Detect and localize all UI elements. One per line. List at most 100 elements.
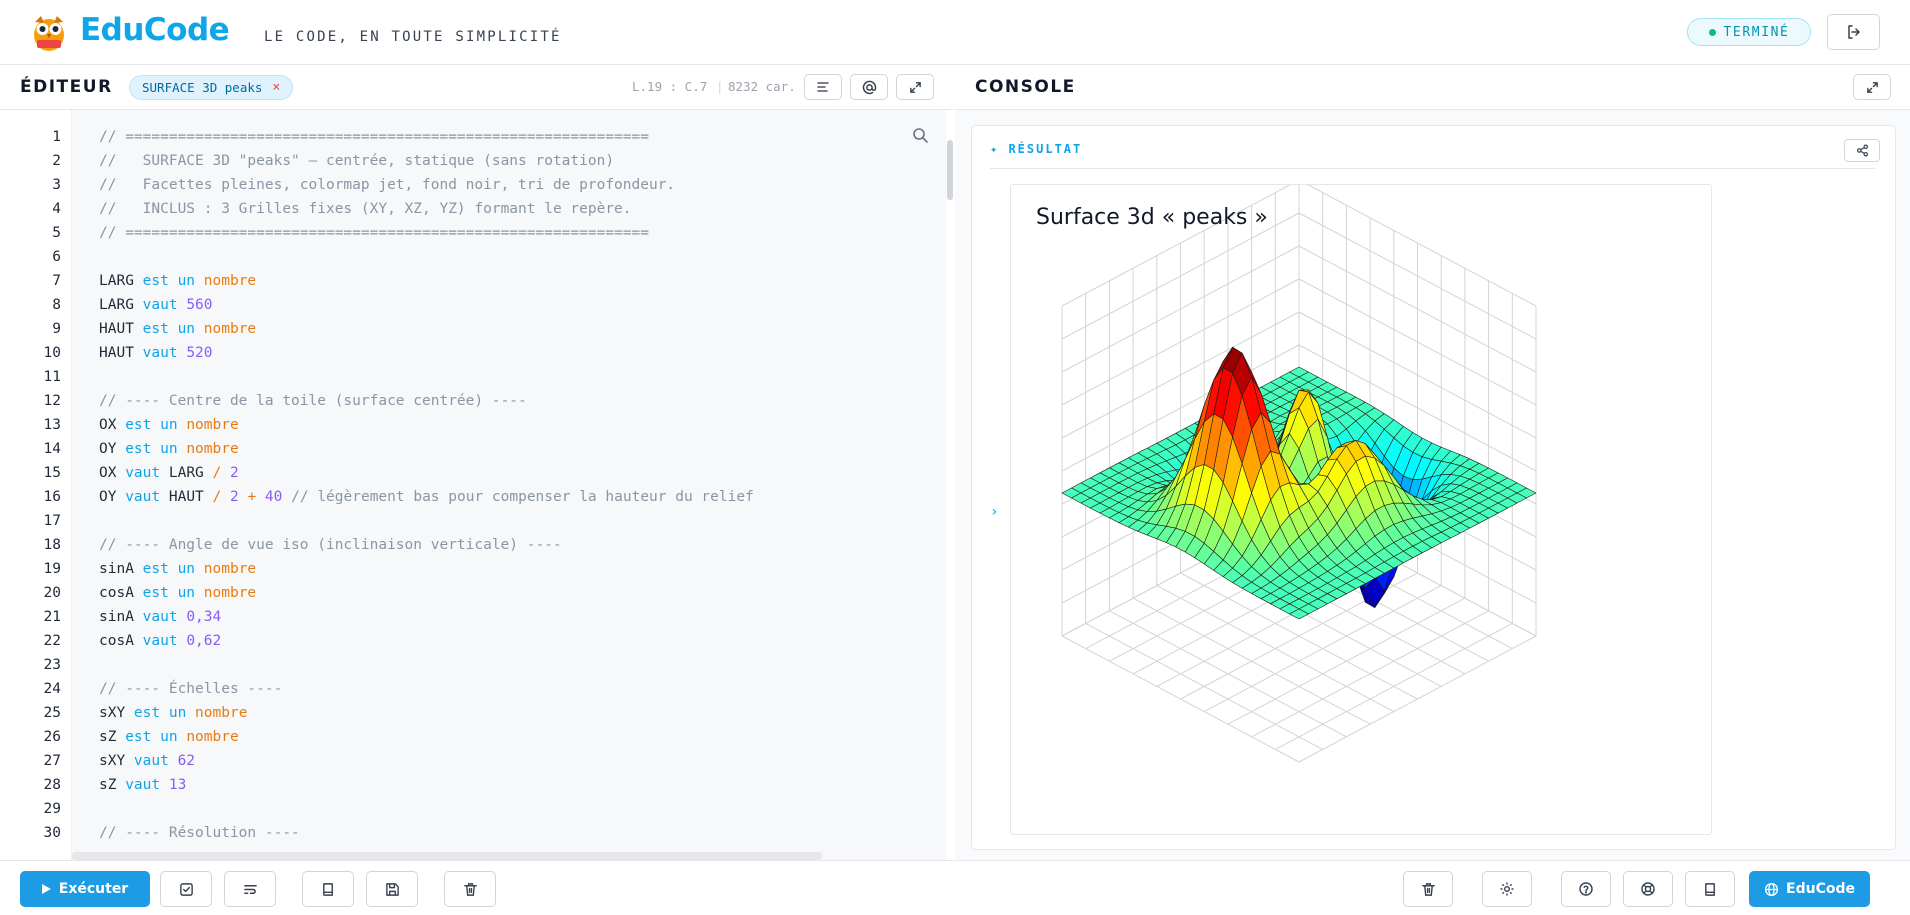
code-line[interactable]: sXY vaut 62 (99, 753, 195, 769)
code-token: LARG (99, 273, 143, 289)
globe-icon (1764, 882, 1779, 896)
line-number: 12 (43, 393, 61, 409)
code-token: OX (99, 417, 126, 433)
share-button[interactable] (1844, 139, 1880, 162)
code-token: 0,62 (186, 633, 222, 649)
file-tab[interactable]: SURFACE 3D peaks × (129, 75, 294, 100)
check-button[interactable] (160, 871, 212, 907)
vertical-scrollbar[interactable] (946, 110, 954, 860)
code-token: nombre (203, 273, 257, 289)
code-line[interactable]: // =====================================… (99, 225, 649, 241)
code-line[interactable]: sinA vaut 0,34 (99, 609, 221, 625)
top-bar: EduCode LE CODE, EN TOUTE SIMPLICITÉ TER… (0, 0, 1910, 65)
support-button[interactable] (1623, 871, 1673, 907)
code-line[interactable]: sZ vaut 13 (99, 777, 186, 793)
expand-console-button[interactable] (1853, 74, 1891, 100)
code-token: nombre (203, 321, 257, 337)
settings-button[interactable] (1482, 871, 1532, 907)
code-line[interactable]: LARG vaut 560 (99, 297, 213, 313)
lifebuoy-icon (1641, 882, 1655, 896)
code-token: vaut (142, 345, 178, 361)
code-line[interactable]: LARG est un nombre (99, 273, 256, 289)
line-number: 8 (52, 297, 61, 313)
code-token: vaut (125, 489, 161, 505)
code-line[interactable]: // SURFACE 3D "peaks" — centrée, statiqu… (99, 153, 614, 169)
expand-editor-button[interactable] (896, 74, 934, 100)
code-line[interactable]: cosA est un nombre (99, 585, 256, 601)
code-line[interactable]: // =====================================… (99, 129, 649, 145)
code-token: vaut (142, 609, 178, 625)
line-number: 4 (52, 201, 61, 217)
code-token: // ---- Résolution ---- (99, 825, 300, 841)
code-line[interactable]: OX vaut LARG / 2 (99, 465, 239, 481)
code-token: cosA (99, 585, 143, 601)
book-button[interactable] (302, 871, 354, 907)
gear-icon (1500, 882, 1514, 896)
code-line[interactable]: // ---- Résolution ---- (99, 825, 300, 841)
code-line[interactable]: cosA vaut 0,62 (99, 633, 221, 649)
line-gutter: 1 2 3 4 5 6 7 8 9 10 11 12 13 14 15 16 17 18 19 20 21 22 23 24 2… (0, 110, 72, 860)
logout-icon (1847, 25, 1860, 39)
at-button[interactable] (850, 74, 888, 100)
line-number: 2 (52, 153, 61, 169)
save-button[interactable] (366, 871, 418, 907)
line-number: 5 (52, 225, 61, 241)
result-label: ✦ RÉSULTAT (990, 142, 1083, 156)
run-button[interactable]: Exécuter (20, 871, 150, 907)
align-left-icon (817, 82, 829, 92)
code-line[interactable]: HAUT est un nombre (99, 321, 256, 337)
code-line[interactable]: OY vaut HAUT / 2 + 40 // légèrement bas … (99, 489, 754, 505)
code-token: / (212, 489, 222, 505)
code-line[interactable]: OY est un nombre (99, 441, 239, 457)
docs-button[interactable] (1685, 871, 1735, 907)
code-line[interactable]: sinA est un nombre (99, 561, 256, 577)
code-token: OX (99, 465, 126, 481)
code-line[interactable]: sZ est un nombre (99, 729, 239, 745)
code-line[interactable]: sXY est un nombre (99, 705, 247, 721)
wrap-button[interactable] (224, 871, 276, 907)
line-number: 29 (43, 801, 61, 817)
close-icon[interactable]: × (272, 80, 280, 95)
logout-button[interactable] (1827, 14, 1880, 50)
code-line[interactable]: // ---- Centre de la toile (surface cent… (99, 393, 527, 409)
code-token: // SURFACE 3D "peaks" — centrée, statiqu… (99, 153, 615, 169)
code-editor[interactable]: 1 2 3 4 5 6 7 8 9 10 11 12 13 14 15 16 17 18 19 20 21 22 23 24 2… (0, 110, 954, 860)
clear-editor-button[interactable] (444, 871, 496, 907)
console-caret[interactable]: › (990, 504, 998, 520)
horizontal-scrollbar[interactable] (72, 852, 822, 860)
clear-console-button[interactable] (1403, 871, 1453, 907)
help-button[interactable] (1561, 871, 1611, 907)
format-button[interactable] (804, 74, 842, 100)
code-line[interactable]: OX est un nombre (99, 417, 239, 433)
code-token: nombre (203, 585, 257, 601)
line-number: 23 (43, 657, 61, 673)
code-line[interactable]: // ---- Angle de vue iso (inclinaison ve… (99, 537, 562, 553)
code-token: 560 (186, 297, 213, 313)
code-token: sZ (99, 729, 126, 745)
code-token: 13 (168, 777, 187, 793)
code-line[interactable]: // INCLUS : 3 Grilles fixes (XY, XZ, YZ)… (99, 201, 632, 217)
code-token: // ---- Échelles ---- (99, 681, 283, 697)
code-line[interactable]: // Facettes pleines, colormap jet, fond … (99, 177, 675, 193)
scrollbar-thumb[interactable] (947, 140, 953, 200)
code-line[interactable]: // ---- Échelles ---- (99, 681, 282, 697)
trash-icon (463, 882, 477, 896)
line-number: 28 (43, 777, 61, 793)
wrap-lines-icon (243, 884, 257, 894)
line-number: 11 (43, 369, 61, 385)
code-line[interactable]: HAUT vaut 520 (99, 345, 213, 361)
line-number: 21 (43, 609, 61, 625)
code-token: nombre (186, 729, 239, 745)
code-token: // Facettes pleines, colormap jet, fond … (99, 177, 676, 193)
search-icon[interactable] (911, 126, 929, 144)
educode-button[interactable]: EduCode (1749, 871, 1870, 907)
line-number: 20 (43, 585, 61, 601)
code-token: 62 (177, 753, 196, 769)
result-divider (990, 168, 1875, 169)
code-token: sZ (99, 777, 126, 793)
trash-icon (1421, 882, 1435, 896)
code-token: 2 (229, 465, 239, 481)
code-token: / (212, 465, 222, 481)
